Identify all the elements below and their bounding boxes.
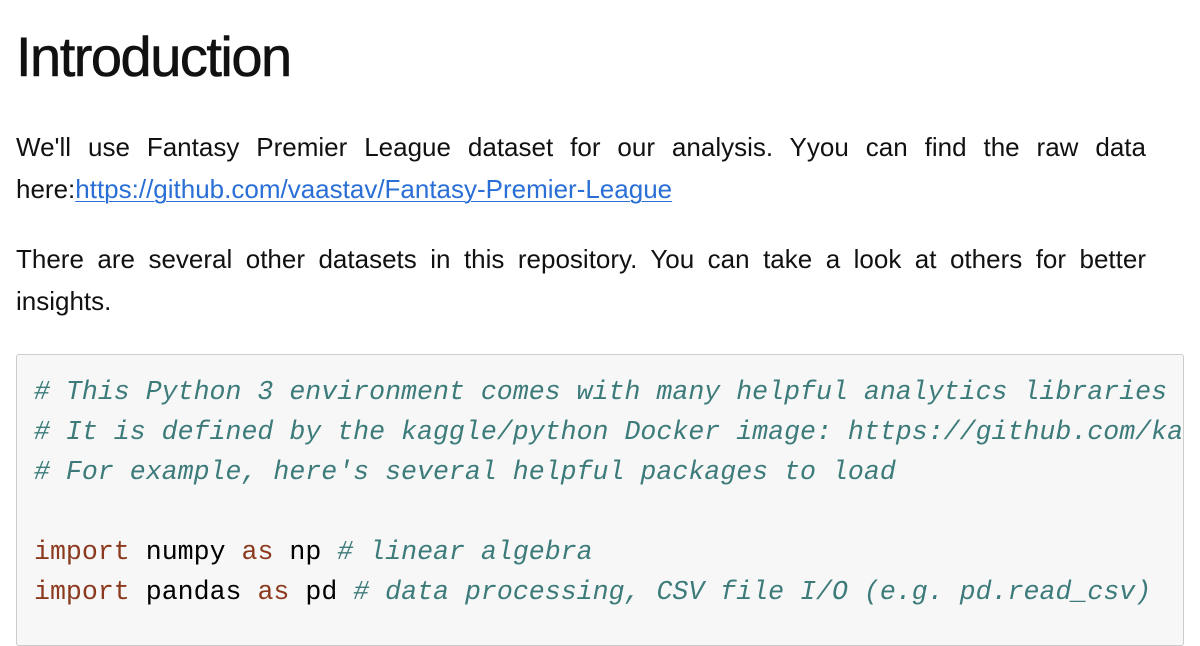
code-content: # This Python 3 environment comes with m… <box>17 355 1183 612</box>
code-alias-name: pd <box>305 577 338 607</box>
code-line-comment-2: # It is defined by the kaggle/python Doc… <box>34 412 1183 452</box>
code-line-comment-3: # For example, here's several helpful pa… <box>34 452 1183 492</box>
code-cell[interactable]: # This Python 3 environment comes with m… <box>16 354 1184 646</box>
code-line-import-pandas: import pandas as pd # data processing, C… <box>34 572 1183 612</box>
code-module-name: numpy <box>145 537 226 567</box>
code-keyword-as: as <box>257 577 290 607</box>
datasets-paragraph: There are several other datasets in this… <box>16 244 1146 316</box>
code-alias-name: np <box>289 537 322 567</box>
dataset-link[interactable]: https://github.com/vaastav/Fantasy-Premi… <box>75 174 672 204</box>
page-title: Introduction <box>16 25 293 89</box>
code-comment: # It is defined by the kaggle/python Doc… <box>34 417 1184 447</box>
code-keyword-as: as <box>241 537 274 567</box>
code-keyword-import: import <box>34 577 130 607</box>
code-comment: # data processing, CSV file I/O (e.g. pd… <box>353 577 1152 607</box>
code-comment: # For example, here's several helpful pa… <box>34 457 896 487</box>
code-keyword-import: import <box>34 537 130 567</box>
intro-paragraph: We'll use Fantasy Premier League dataset… <box>16 126 1146 210</box>
code-comment: # linear algebra <box>337 537 593 567</box>
code-module-name: pandas <box>145 577 242 607</box>
code-line-comment-1: # This Python 3 environment comes with m… <box>34 372 1183 412</box>
code-comment: # This Python 3 environment comes with m… <box>34 377 1168 407</box>
code-line-import-numpy: import numpy as np # linear algebra <box>34 532 1183 572</box>
